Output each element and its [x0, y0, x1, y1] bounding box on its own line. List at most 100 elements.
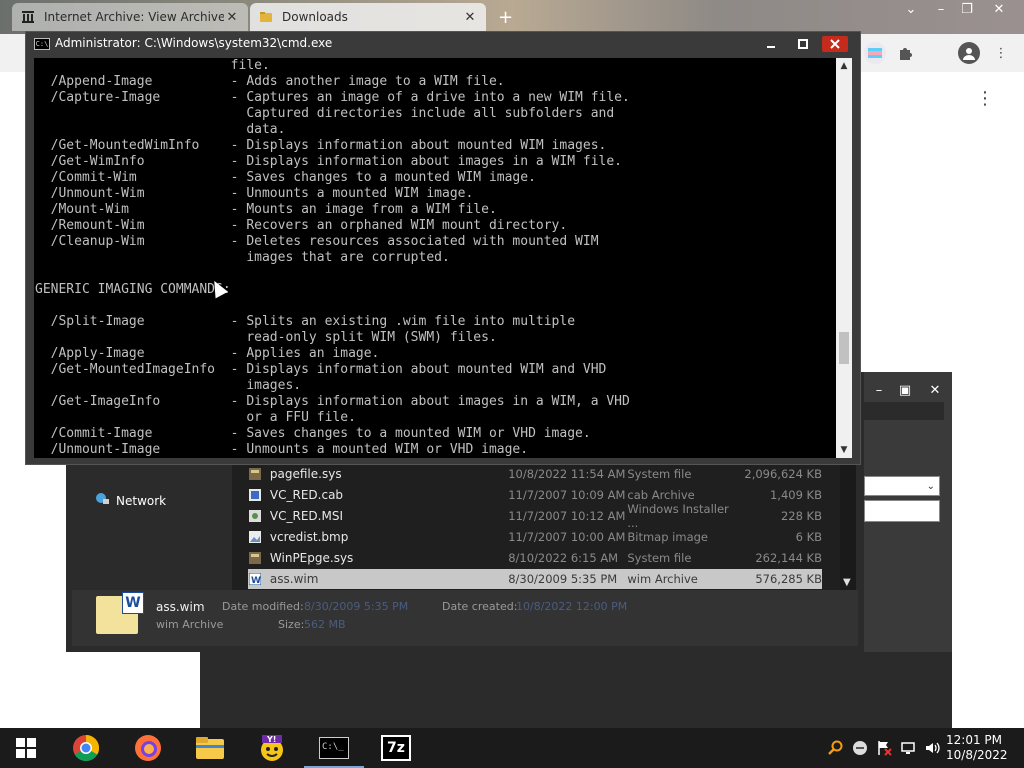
date-modified-label: Date modified:	[222, 600, 304, 613]
scroll-down-arrow-icon[interactable]: ▼	[836, 442, 852, 458]
close-tab-icon[interactable]: ✕	[224, 10, 240, 25]
clock-date: 10/8/2022	[946, 748, 1008, 762]
size-label: Size:	[278, 618, 305, 631]
file-row-selected[interactable]: W ass.wim 8/30/2009 5:35 PM wim Archive …	[248, 569, 822, 589]
extensions-puzzle-icon[interactable]	[894, 42, 916, 64]
file-name: pagefile.sys	[269, 467, 342, 481]
file-size: 576,285 KB	[755, 572, 822, 586]
wim-file-icon: W	[248, 572, 262, 586]
nav-item-label: Network	[116, 493, 167, 508]
file-type: cab Archive	[627, 488, 695, 502]
windows-start-icon[interactable]	[10, 732, 42, 764]
download-icon	[258, 9, 274, 25]
details-file-type: wim Archive	[156, 618, 224, 631]
archive-file-icon	[248, 488, 262, 502]
cmd-icon[interactable]: C:\_	[304, 732, 364, 768]
file-date: 11/7/2007 10:12 AM	[508, 509, 626, 523]
search-icon[interactable]	[828, 740, 844, 760]
file-type: System file	[627, 467, 692, 481]
taskbar: Y! C:\_ 7z 12:01 PM 10/8/2022	[0, 728, 1024, 768]
svg-text:Y!: Y!	[266, 735, 276, 744]
action-center-flag-icon[interactable]	[876, 740, 892, 760]
installer-file-icon	[248, 509, 262, 523]
explorer-right-pane: – ▣ ✕ ⌄	[864, 372, 952, 652]
file-type: wim Archive	[627, 572, 698, 586]
7zip-icon[interactable]: 7z	[380, 732, 412, 764]
maximize-icon[interactable]: ▣	[890, 382, 920, 400]
console-scrollbar[interactable]: ▲ ▼	[836, 58, 852, 458]
address-dropdown[interactable]: ⌄	[864, 476, 940, 496]
explorer-bottom-strip	[200, 652, 952, 728]
file-name: WinPEpge.sys	[269, 551, 354, 565]
cmd-icon: C:\	[34, 38, 50, 50]
file-list-scrollbar[interactable]	[840, 462, 856, 592]
file-explorer-icon[interactable]	[194, 732, 226, 764]
nav-item-network[interactable]: Network	[94, 492, 166, 509]
svg-text:W: W	[251, 576, 261, 585]
yahoo-messenger-icon[interactable]: Y!	[256, 732, 288, 764]
close-button[interactable]	[822, 36, 848, 52]
browser-tab-bar: Internet Archive: View Archive ✕ Downloa…	[0, 0, 1024, 34]
file-size: 2,096,624 KB	[744, 467, 822, 481]
browser-tab-internet-archive[interactable]: Internet Archive: View Archive ✕	[12, 3, 248, 31]
minimize-button[interactable]	[758, 36, 784, 52]
network-tray-icon[interactable]	[900, 740, 916, 760]
close-tab-icon[interactable]: ✕	[462, 10, 478, 25]
file-row[interactable]: pagefile.sys 10/8/2022 11:54 AM System f…	[248, 464, 822, 484]
close-icon[interactable]: ✕	[920, 382, 950, 400]
7zip-glyph: 7z	[381, 735, 411, 761]
console-output[interactable]: file. /Append-Image - Adds another image…	[34, 58, 836, 458]
search-input[interactable]	[864, 500, 940, 522]
browser-tab-downloads[interactable]: Downloads ✕	[250, 3, 486, 31]
menu-separator	[926, 42, 948, 64]
console-text: file. /Append-Image - Adds another image…	[35, 58, 630, 457]
clock-time: 12:01 PM	[946, 733, 1002, 747]
image-file-icon	[248, 530, 262, 544]
mute-icon[interactable]	[852, 740, 868, 760]
tab-label: Internet Archive: View Archive	[44, 10, 224, 24]
firefox-icon[interactable]	[132, 732, 164, 764]
browser-menu-icon[interactable]: ⋮	[990, 42, 1012, 64]
chevron-down-icon[interactable]: ⌄	[900, 2, 922, 20]
chrome-icon[interactable]	[70, 732, 102, 764]
file-row[interactable]: VC_RED.MSI 11/7/2007 10:12 AM Windows In…	[248, 502, 822, 530]
scroll-up-arrow-icon[interactable]: ▲	[836, 58, 852, 74]
tab-label: Downloads	[282, 10, 348, 24]
new-tab-button[interactable]: +	[498, 7, 513, 28]
date-created-label: Date created:	[442, 600, 518, 613]
cmd-title-bar[interactable]: C:\ Administrator: C:\Windows\system32\c…	[26, 32, 860, 56]
cmd-window: C:\ Administrator: C:\Windows\system32\c…	[26, 32, 860, 464]
file-name: VC_RED.cab	[269, 488, 344, 502]
volume-icon[interactable]	[924, 740, 940, 760]
chevron-down-icon: ⌄	[926, 481, 935, 492]
date-created-value: 10/8/2022 12:00 PM	[516, 600, 628, 613]
system-file-icon	[248, 551, 262, 565]
file-date: 11/7/2007 10:00 AM	[508, 530, 626, 544]
date-modified-value: 8/30/2009 5:35 PM	[304, 600, 409, 613]
maximize-button[interactable]	[790, 36, 816, 52]
extension-flag-icon[interactable]	[864, 42, 886, 64]
size-value: 562 MB	[304, 618, 346, 631]
cmd-icon-glyph: C:\_	[319, 737, 349, 759]
file-type: System file	[627, 551, 692, 565]
network-icon	[94, 492, 110, 509]
file-type: Bitmap image	[627, 530, 708, 544]
archive-icon	[20, 9, 36, 25]
profile-avatar-icon[interactable]	[958, 42, 980, 64]
page-more-options-icon[interactable]: ⋮	[976, 88, 994, 109]
file-date: 8/30/2009 5:35 PM	[508, 572, 618, 586]
scroll-down-arrow-icon[interactable]: ▼	[843, 577, 851, 588]
minimize-icon[interactable]: –	[930, 2, 952, 20]
restore-icon[interactable]: ❐	[956, 2, 978, 20]
file-row[interactable]: vcredist.bmp 11/7/2007 10:00 AM Bitmap i…	[248, 527, 822, 547]
file-size: 262,144 KB	[755, 551, 822, 565]
details-pane: W ass.wim wim Archive Date modified: 8/3…	[72, 590, 858, 646]
toolbar-strip	[864, 402, 944, 420]
file-row[interactable]: WinPEpge.sys 8/10/2022 6:15 AM System fi…	[248, 548, 822, 568]
wim-badge: W	[122, 592, 144, 614]
scrollbar-thumb[interactable]	[839, 332, 849, 364]
navigation-pane	[66, 464, 230, 590]
system-clock[interactable]: 12:01 PM 10/8/2022	[946, 733, 1008, 763]
close-icon[interactable]: ✕	[988, 2, 1010, 20]
file-name: VC_RED.MSI	[269, 509, 343, 523]
